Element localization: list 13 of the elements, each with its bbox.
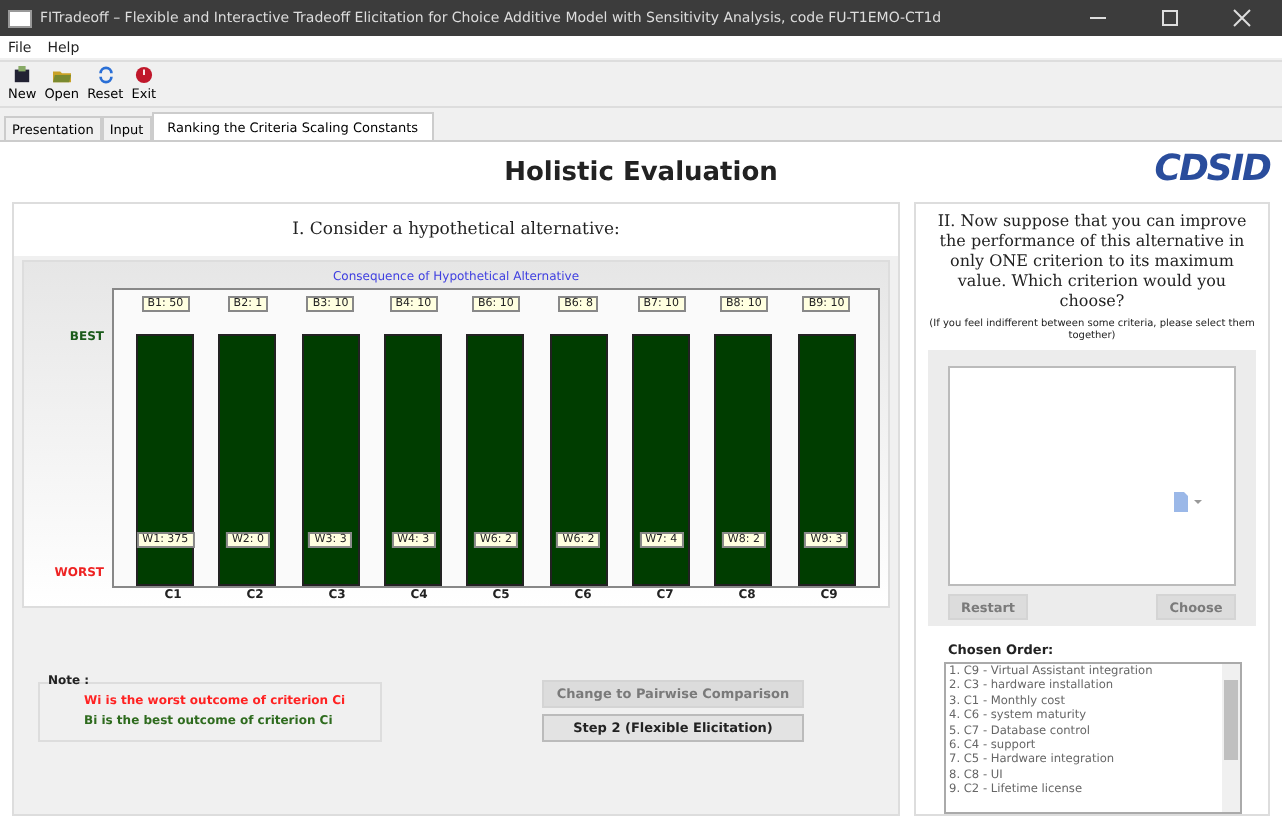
app-icon xyxy=(8,9,32,27)
folder-icon xyxy=(51,66,72,84)
scrollbar[interactable] xyxy=(1221,664,1239,812)
section-heading: I. Consider a hypothetical alternative: xyxy=(14,204,898,256)
page-title: Holistic Evaluation xyxy=(504,157,778,187)
question-text: II. Now suppose that you can improve the performance of this alternative in only ONE criterion to its maximum value. Which criterion would you choose? xyxy=(935,212,1249,312)
maximize-icon[interactable] xyxy=(1160,8,1180,28)
refresh-icon xyxy=(95,66,116,84)
document-icon xyxy=(1174,492,1202,512)
close-icon[interactable] xyxy=(1232,8,1252,28)
logo: CDSID xyxy=(1154,148,1270,190)
power-icon xyxy=(133,66,154,84)
new-icon xyxy=(12,66,33,84)
